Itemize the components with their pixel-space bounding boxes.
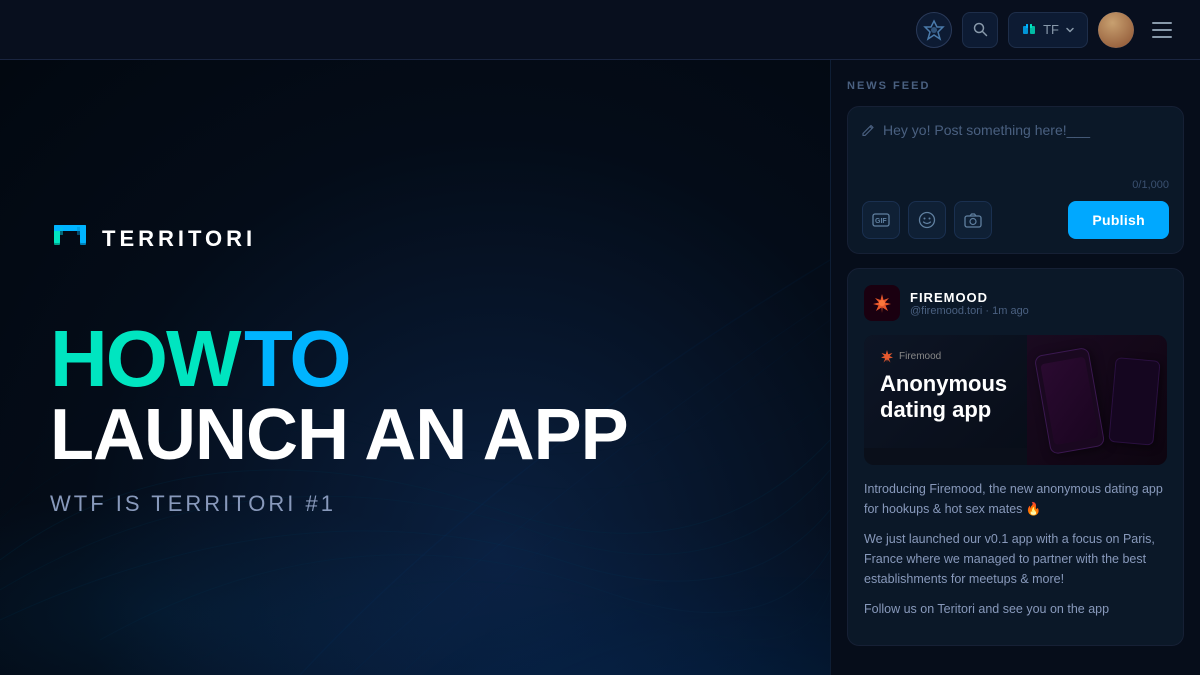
token-selector[interactable]: TF: [1008, 12, 1088, 48]
feed-card: Firemood Anonymous dating app: [864, 335, 1167, 465]
hero-subtitle-text: WTF IS TERRITORI #1: [50, 491, 336, 516]
feed-post-avatar: [864, 285, 900, 321]
feed-handle: @firemood.tori · 1m ago: [910, 305, 1167, 317]
feed-user-info: FIREMOOD @firemood.tori · 1m ago: [910, 290, 1167, 317]
hero-how: HOW: [50, 314, 240, 403]
feed-post-text-2: We just launched our v0.1 app with a foc…: [864, 529, 1167, 589]
post-actions: GIF: [862, 201, 1169, 239]
hero-section: TERRITORI HOW TO LAUNCH AN APP WTF IS TE…: [0, 60, 830, 675]
feed-post-text-1: Introducing Firemood, the new anonymous …: [864, 479, 1167, 519]
svg-text:GIF: GIF: [875, 218, 887, 225]
phone-mockup-2: [1108, 357, 1160, 446]
hero-launch: LAUNCH AN APP: [50, 399, 780, 471]
news-feed-label: NEWS FEED: [847, 80, 1184, 92]
char-count: 0/1,000: [862, 179, 1169, 191]
feed-card-title: Anonymous dating app: [880, 371, 1021, 424]
logo-text: TERRITORI: [102, 226, 256, 252]
token-label: TF: [1043, 22, 1059, 37]
hero-to: TO: [244, 314, 350, 403]
nav-logo-icon[interactable]: [916, 12, 952, 48]
card-app-name: Firemood: [899, 351, 941, 362]
phone-mockup-1: [1034, 347, 1106, 455]
search-button[interactable]: [962, 12, 998, 48]
top-nav: TF: [0, 0, 1200, 60]
hamburger-menu[interactable]: [1144, 12, 1180, 48]
post-input-area: Hey yo! Post something here!___: [862, 121, 1169, 171]
hero-title: HOW TO LAUNCH AN APP: [50, 319, 780, 471]
hero-subtitle: WTF IS TERRITORI #1: [50, 491, 780, 517]
feed-card-logo: Firemood: [880, 349, 1021, 363]
phone-mockups: [1027, 335, 1167, 465]
logo-icon: [50, 219, 90, 259]
emoji-button[interactable]: [908, 201, 946, 239]
post-box: Hey yo! Post something here!___ 0/1,000 …: [847, 106, 1184, 254]
camera-button[interactable]: [954, 201, 992, 239]
main-layout: TERRITORI HOW TO LAUNCH AN APP WTF IS TE…: [0, 60, 1200, 675]
hero-logo: TERRITORI: [50, 219, 780, 259]
user-avatar[interactable]: [1098, 12, 1134, 48]
feed-post-header: FIREMOOD @firemood.tori · 1m ago: [864, 285, 1167, 321]
right-sidebar: NEWS FEED Hey yo! Post something here!__…: [830, 60, 1200, 675]
feed-post-text-3: Follow us on Teritori and see you on the…: [864, 599, 1167, 619]
feed-post: FIREMOOD @firemood.tori · 1m ago Fir: [847, 268, 1184, 646]
chevron-down-icon: [1065, 25, 1075, 35]
gif-button[interactable]: GIF: [862, 201, 900, 239]
feed-username: FIREMOOD: [910, 290, 1167, 305]
publish-button[interactable]: Publish: [1068, 201, 1169, 239]
post-placeholder-text[interactable]: Hey yo! Post something here!___: [883, 121, 1169, 141]
pencil-icon: [862, 123, 875, 139]
